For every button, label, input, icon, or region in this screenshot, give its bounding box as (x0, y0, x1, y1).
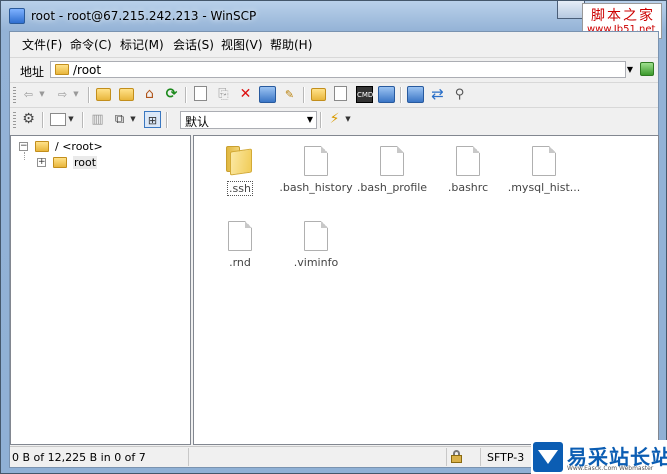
folder-icon (35, 141, 49, 152)
delete-icon[interactable]: ✕ (237, 86, 254, 103)
edit-icon[interactable] (194, 86, 207, 101)
file-name: .mysql_hist... (507, 181, 581, 194)
watermark-jb51-title: 脚本之家 (591, 8, 655, 24)
session-select-value: 默认 (185, 115, 210, 129)
file-item-rnd[interactable]: .rnd (202, 217, 278, 281)
logo-badge-icon (533, 442, 563, 472)
home-icon[interactable]: ⌂ (141, 86, 158, 103)
title-bar[interactable]: root - root@67.215.242.213 - WinSCP (1, 1, 666, 31)
toolbar-separator (88, 87, 90, 103)
window-title: root - root@67.215.242.213 - WinSCP (31, 9, 257, 23)
file-item-mysql-history[interactable]: .mysql_hist... (506, 142, 582, 206)
view-style-icon[interactable] (50, 113, 66, 126)
gear-icon[interactable]: ⚙ (20, 111, 37, 128)
file-icon (304, 146, 328, 176)
expand-icon[interactable]: + (37, 158, 46, 167)
terminal-icon[interactable]: CMD (356, 86, 373, 103)
app-window: root - root@67.215.242.213 - WinSCP 脚本之家… (0, 0, 667, 474)
toolbar-separator (82, 112, 84, 128)
address-input[interactable]: /root (50, 61, 626, 78)
file-item-viminfo[interactable]: .viminfo (278, 217, 354, 281)
compare-directories-icon[interactable] (407, 86, 424, 103)
parent-directory-icon[interactable] (96, 88, 111, 101)
folder-icon (226, 146, 254, 176)
address-label: 地址 (20, 65, 45, 79)
status-lock-cell (446, 448, 480, 466)
directory-tree-toggle-icon[interactable]: ⊞ (144, 111, 161, 128)
menu-help[interactable]: 帮助(H) (270, 36, 312, 53)
menu-session[interactable]: 会话(S) (173, 36, 214, 53)
copy-icon[interactable]: ⎘ (215, 86, 232, 103)
tree-child-label: root (73, 156, 98, 169)
menu-bar: 文件(F) 命令(C) 标记(M) 会话(S) 视图(V) 帮助(H) (10, 32, 658, 56)
tree-line (24, 152, 25, 160)
rename-icon[interactable]: ✎ (281, 86, 298, 103)
view-toolbar: ⚙ ▼ ▥ ⧉ ▼ ⊞ 默认 ▼ ⚡ ▼ (10, 107, 658, 132)
menu-command[interactable]: 命令(C) (70, 36, 112, 53)
toolbar-separator (320, 112, 322, 128)
winscp-app-icon[interactable] (9, 8, 25, 24)
toolbar-grip[interactable] (13, 87, 16, 103)
menu-mark[interactable]: 标记(M) (120, 36, 164, 53)
properties-icon[interactable] (259, 86, 276, 103)
file-name: .viminfo (293, 256, 339, 269)
address-dropdown-icon[interactable]: ▼ (624, 61, 636, 78)
root-directory-icon[interactable] (119, 88, 134, 101)
go-icon[interactable] (640, 62, 654, 76)
synchronize-icon[interactable]: ⇄ (429, 86, 446, 103)
folder-icon (55, 64, 69, 75)
forward-dropdown-icon[interactable]: ▼ (71, 86, 81, 103)
toolbar-separator (303, 87, 305, 103)
file-panel[interactable]: .ssh .bash_history .bash_profile .bashrc… (193, 135, 659, 445)
file-icon (456, 146, 480, 176)
session-select[interactable]: 默认 ▼ (180, 111, 317, 129)
new-file-icon[interactable] (334, 86, 347, 101)
file-item-bashrc[interactable]: .bashrc (430, 142, 506, 206)
transfer-settings-dropdown-icon[interactable]: ▼ (343, 111, 353, 128)
minimize-button[interactable] (557, 1, 585, 19)
file-icon (380, 146, 404, 176)
main-client-area: 文件(F) 命令(C) 标记(M) 会话(S) 视图(V) 帮助(H) 地址 /… (9, 31, 659, 468)
file-item-bash-history[interactable]: .bash_history (278, 142, 354, 206)
watermark-easck-sub: Www.Easck.Com Webmaster (567, 465, 654, 472)
view-style-dropdown-icon[interactable]: ▼ (66, 111, 76, 128)
file-item-ssh[interactable]: .ssh (202, 142, 278, 206)
refresh-icon[interactable]: ⟳ (163, 86, 180, 103)
directory-tree[interactable]: − / <root> + root (10, 135, 191, 445)
collapse-icon[interactable]: − (19, 142, 28, 151)
file-name: .ssh (227, 181, 253, 196)
file-icon (228, 221, 252, 251)
toolbar-separator (42, 112, 44, 128)
back-arrow-icon[interactable]: ⇦ (20, 86, 37, 103)
navigation-toolbar: ⇦ ▼ ⇨ ▼ ⌂ ⟳ ⎘ ✕ ✎ CMD ⇄ ⚲ (10, 82, 658, 107)
tree-root-label: / <root> (55, 140, 103, 153)
toolbar-grip[interactable] (13, 112, 16, 128)
attributes-icon[interactable] (378, 86, 395, 103)
transfer-settings-icon[interactable]: ⚡ (326, 111, 343, 128)
folder-icon (53, 157, 67, 168)
filter-icon[interactable]: ⧉ (111, 111, 128, 128)
address-bar: 地址 /root ▼ (10, 57, 658, 82)
file-icon (304, 221, 328, 251)
address-path: /root (73, 63, 102, 77)
menu-file[interactable]: 文件(F) (22, 36, 62, 53)
lock-icon-body (451, 455, 462, 463)
toolbar-separator (400, 87, 402, 103)
file-item-bash-profile[interactable]: .bash_profile (354, 142, 430, 206)
file-icon (532, 146, 556, 176)
columns-icon[interactable]: ▥ (89, 111, 106, 128)
filter-dropdown-icon[interactable]: ▼ (128, 111, 138, 128)
forward-arrow-icon[interactable]: ⇨ (54, 86, 71, 103)
watermark-easck-logo: 易采站长站 Www.Easck.Com Webmaster (531, 440, 667, 474)
status-summary: 0 B of 12,225 B in 0 of 7 (12, 451, 146, 464)
chevron-down-icon[interactable]: ▼ (307, 112, 313, 128)
toolbar-separator (166, 112, 168, 128)
menu-view[interactable]: 视图(V) (221, 36, 263, 53)
find-files-icon[interactable]: ⚲ (451, 86, 468, 103)
status-cell (188, 448, 446, 466)
toolbar-separator (185, 87, 187, 103)
status-protocol: SFTP-3 (487, 451, 525, 464)
new-folder-icon[interactable] (311, 88, 326, 101)
back-dropdown-icon[interactable]: ▼ (37, 86, 47, 103)
